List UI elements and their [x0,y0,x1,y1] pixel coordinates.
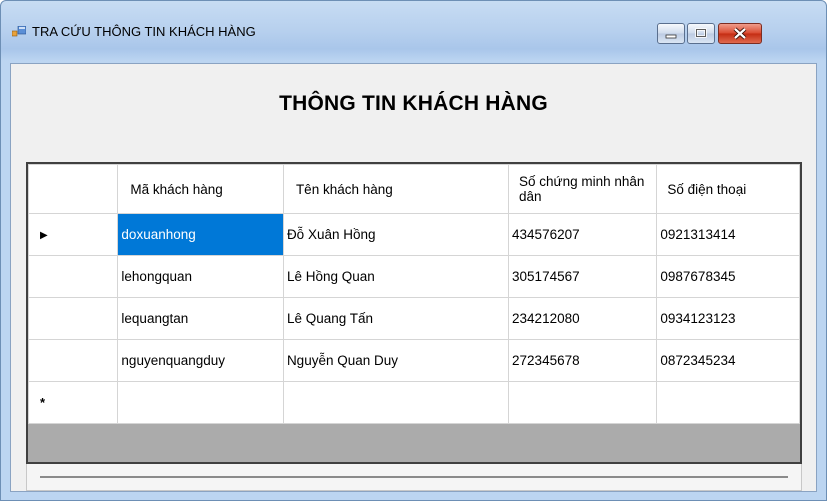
cell-ten[interactable]: Lê Quang Tấn [282,297,510,340]
row-header[interactable] [28,255,119,298]
table-row[interactable]: lehongquan Lê Hồng Quan 305174567 098767… [28,255,800,298]
current-row-arrow-icon: ▶ [40,229,48,241]
title-bar[interactable]: TRA CỨU THÔNG TIN KHÁCH HÀNG [1,1,826,63]
new-cell-sdt[interactable] [656,381,800,424]
header-row: Mã khách hàng Tên khách hàng Số chứng mi… [28,164,800,214]
row-header-current[interactable]: ▶ [28,213,119,256]
cell-ma[interactable]: lequangtan [117,297,284,340]
close-button[interactable] [718,23,762,44]
table-row[interactable]: ▶ doxuanhong Đỗ Xuân Hồng 434576207 0921… [28,213,800,256]
maximize-button[interactable] [687,23,715,44]
close-icon [733,27,747,40]
cell-ma[interactable]: lehongquan [117,255,284,298]
cell-sdt[interactable]: 0872345234 [656,339,800,382]
new-cell-ma[interactable] [117,381,284,424]
column-header-ten[interactable]: Tên khách hàng [282,164,510,214]
cell-ten[interactable]: Lê Hồng Quan [282,255,510,298]
column-header-sdt[interactable]: Số điện thoại [656,164,800,214]
new-row[interactable]: * [28,381,800,424]
cell-sdt[interactable]: 0934123123 [656,297,800,340]
horizontal-scrollbar[interactable] [26,464,802,491]
cell-cmnd[interactable]: 272345678 [508,339,658,382]
cell-ten[interactable]: Nguyễn Quan Duy [282,339,510,382]
cell-ten[interactable]: Đỗ Xuân Hồng [282,213,510,256]
cell-cmnd[interactable]: 434576207 [508,213,658,256]
cell-ma[interactable]: nguyenquangduy [117,339,284,382]
table-row[interactable]: lequangtan Lê Quang Tấn 234212080 093412… [28,297,800,340]
new-cell-ten[interactable] [282,381,510,424]
minimize-button[interactable] [657,23,685,44]
column-header-cmnd[interactable]: Số chứng minh nhân dân [508,164,658,214]
corner-header[interactable] [28,164,119,214]
cell-sdt[interactable]: 0921313414 [656,213,800,256]
row-header[interactable] [28,339,119,382]
maximize-icon [695,28,707,38]
cell-cmnd[interactable]: 305174567 [508,255,658,298]
column-header-ma[interactable]: Mã khách hàng [117,164,284,214]
table-row[interactable]: nguyenquangduy Nguyễn Quan Duy 272345678… [28,339,800,382]
cell-cmnd[interactable]: 234212080 [508,297,658,340]
cell-sdt[interactable]: 0987678345 [656,255,800,298]
cell-ma[interactable]: doxuanhong [117,213,284,256]
new-row-asterisk-icon: * [40,395,46,410]
new-cell-cmnd[interactable] [508,381,658,424]
window-title: TRA CỨU THÔNG TIN KHÁCH HÀNG [32,24,256,39]
scrollbar-track-line [40,476,788,478]
row-header[interactable] [28,297,119,340]
form-client-area: THÔNG TIN KHÁCH HÀNG Mã khách hàng Tên k… [10,63,817,492]
customer-data-grid[interactable]: Mã khách hàng Tên khách hàng Số chứng mi… [26,162,802,464]
minimize-icon [665,34,677,39]
main-window: TRA CỨU THÔNG TIN KHÁCH HÀNG THÔNG TIN K… [0,0,827,501]
row-header-new[interactable]: * [28,381,119,424]
app-icon [12,26,26,37]
page-heading: THÔNG TIN KHÁCH HÀNG [279,92,548,115]
customer-table: Mã khách hàng Tên khách hàng Số chứng mi… [28,164,800,424]
